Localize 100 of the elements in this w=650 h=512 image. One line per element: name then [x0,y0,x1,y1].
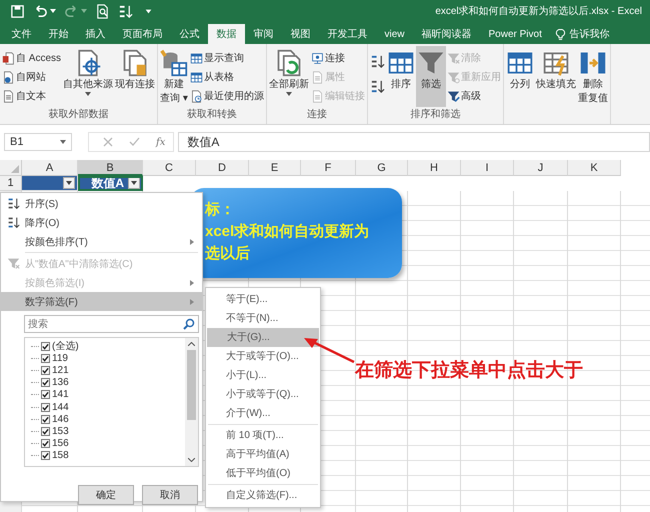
column-header[interactable]: I [461,160,514,176]
header-cell[interactable] [22,176,78,191]
clear-filter-icon [6,257,20,270]
menu-item[interactable]: 小于(L)... [206,366,320,385]
ribbon-button[interactable]: 筛选 [416,46,446,107]
column-header[interactable]: D [196,160,249,176]
refresh-icon [275,49,304,77]
menu-item[interactable]: 大于或等于(O)... [206,347,320,366]
lightbulb-icon [554,28,568,40]
checkbox[interactable] [41,366,50,375]
scrollbar[interactable] [185,338,198,466]
reapply-icon [447,70,460,84]
ribbon-button[interactable]: 现有连接 [114,46,156,107]
search-icon [183,318,195,330]
ribbon-button[interactable]: 快速填充 [535,46,578,124]
ribbon-tab[interactable]: 福昕阅读器 [413,24,480,44]
column-header[interactable]: F [301,160,356,176]
sort-icon [118,4,133,18]
ribbon-button[interactable]: 分列 [505,46,536,124]
formula-input[interactable]: 数值A [178,132,650,152]
value-label: 144 [52,402,69,413]
menu-item[interactable]: 大于(G)... [207,328,319,347]
menu-item[interactable]: 前 10 项(T)... [206,426,320,445]
print-preview-icon [95,4,110,18]
column-header[interactable]: K [568,160,621,176]
ribbon-tab[interactable]: 文件 [3,24,40,44]
ribbon-button[interactable]: 排序 [386,46,416,107]
checkbox[interactable] [41,402,50,412]
menu-item[interactable]: 高于平均值(A) [206,445,320,464]
checkbox[interactable] [41,451,50,460]
ribbon-button[interactable]: 自 Access [1,49,62,67]
menu-item[interactable]: 介于(W)... [206,404,320,423]
ribbon-button[interactable]: 自网站 [1,68,62,86]
checkbox[interactable] [41,439,50,448]
ribbon-tab[interactable]: 公式 [171,24,208,44]
submenu-arrow-icon [190,298,194,304]
ribbon-button[interactable]: 最近使用的源 [189,87,266,105]
column-header[interactable]: J [514,160,568,176]
checkbox[interactable] [41,342,50,351]
ribbon-tab[interactable]: 开发工具 [319,24,376,44]
group-label: 获取和转换 [186,108,238,122]
menu-item[interactable]: 按颜色排序(T) [1,232,202,251]
dialog-button[interactable]: 取消 [142,485,198,505]
ribbon-tab[interactable]: 插入 [77,24,114,44]
menu-item[interactable]: 自定义筛选(F)... [206,486,320,505]
column-header[interactable]: E [249,160,301,176]
ribbon-tab[interactable]: 页面布局 [114,24,171,44]
row-header[interactable]: 1 [0,176,22,191]
ribbon-button[interactable]: 从表格 [189,68,266,86]
checkbox[interactable] [41,390,50,400]
toolbar-button[interactable] [10,4,25,18]
ribbon-tab[interactable]: 视图 [282,24,319,44]
menu-item[interactable]: 降序(O) [1,213,202,232]
value-label: (全选) [52,340,79,352]
column-header[interactable]: H [408,160,461,176]
insert-function-button[interactable]: fx [156,136,166,148]
filter-dropdown-button[interactable] [128,177,140,189]
ribbon-tab[interactable]: view [376,24,414,44]
menu-item[interactable]: 小于或等于(Q)... [206,385,320,404]
caret-icon [131,181,137,185]
ribbon-button[interactable]: 高级 [446,87,502,105]
tell-me-search[interactable]: 告诉我你 [569,27,610,41]
caret-icon [81,9,87,13]
ribbon-tab[interactable]: Power Pivot [480,24,550,44]
ribbon-button[interactable]: 显示查询 [189,49,266,67]
checkbox[interactable] [41,414,50,424]
ribbon-button[interactable]: 自文本 [1,87,62,105]
ribbon-tab[interactable]: 审阅 [245,24,282,44]
toolbar-button[interactable] [95,4,110,18]
caret-icon [66,181,72,185]
window-title: excel求和如何自动更新为筛选以后.xlsx - Excel [435,4,642,18]
checkbox[interactable] [41,354,50,363]
header-cell[interactable]: 数值A [78,176,143,191]
filter-dropdown-button[interactable] [63,177,75,189]
submenu-arrow-icon [190,238,194,244]
ribbon-tab[interactable]: 开始 [40,24,77,44]
ribbon-button[interactable]: 删除 重复值 [577,46,610,124]
toolbar-button[interactable] [118,4,133,18]
ribbon-button[interactable]: 自其他来源 [62,46,114,107]
clock-document-icon [190,90,204,102]
ribbon-tab[interactable]: 数据 [208,24,245,44]
menu-item[interactable]: 等于(E)... [206,290,320,309]
name-box[interactable]: B1 [4,133,72,151]
ribbon-button[interactable]: 新建 查询 ▾ [159,46,190,107]
checkbox[interactable] [41,378,50,388]
column-header[interactable]: B [78,160,143,176]
menu-item[interactable]: 低于平均值(O) [206,464,320,483]
search-field[interactable]: 搜索 [24,315,199,333]
menu-item[interactable]: 数字筛选(F) [1,292,202,311]
dialog-button[interactable]: 确定 [78,485,134,505]
column-header[interactable]: A [22,160,78,176]
menu-item[interactable]: 不等于(N)... [206,309,320,328]
column-header[interactable]: C [143,160,196,176]
column-header[interactable]: G [356,160,408,176]
ribbon-button[interactable]: 连接 [310,49,366,67]
ribbon-button[interactable]: 全部刷新 [268,46,310,107]
check-icon[interactable] [129,137,140,147]
checkbox[interactable] [41,426,50,436]
menu-item[interactable]: 升序(S) [1,194,202,213]
advanced-filter-icon [447,90,460,102]
